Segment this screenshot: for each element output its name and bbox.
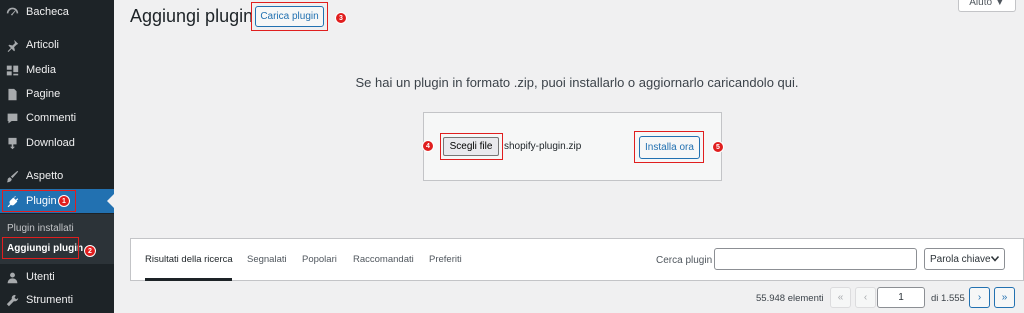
next-page-button[interactable]: ›	[969, 287, 990, 308]
sidebar-item-label: Download	[26, 137, 75, 149]
sidebar-item-label: Aspetto	[26, 170, 64, 182]
sidebar-item-bacheca[interactable]: Bacheca	[0, 0, 114, 24]
sidebar-item-label: Utenti	[26, 271, 55, 283]
search-type-value: Parola chiave	[930, 253, 991, 265]
sidebar-item-media[interactable]: Media	[0, 58, 114, 82]
current-page-input[interactable]: 1	[877, 287, 925, 308]
help-tab[interactable]: Aiuto ▼	[958, 0, 1016, 12]
brush-icon	[4, 168, 20, 184]
step-badge-4: 4	[422, 140, 434, 152]
admin-sidebar: Bacheca Articoli Media Pagine Commenti D…	[0, 0, 114, 313]
dashboard-icon	[4, 4, 20, 20]
user-icon	[4, 269, 20, 285]
step-badge-5: 5	[712, 141, 724, 153]
tab-featured[interactable]: Segnalati	[247, 254, 287, 265]
wrench-icon	[4, 292, 20, 308]
sidebar-item-label: Bacheca	[26, 6, 69, 18]
search-type-select[interactable]: Parola chiave	[924, 248, 1005, 270]
sidebar-item-download[interactable]: Download	[0, 131, 114, 155]
page-title: Aggiungi plugin	[130, 6, 254, 26]
sidebar-item-label: Commenti	[26, 112, 77, 124]
last-page-button[interactable]: »	[994, 287, 1015, 308]
sidebar-item-articoli[interactable]: Articoli	[0, 33, 114, 57]
sidebar-item-label: Strumenti	[26, 294, 74, 306]
selected-file-name: shopify-plugin.zip	[504, 141, 582, 152]
tab-search-results[interactable]: Risultati della ricerca	[145, 254, 233, 265]
sidebar-item-commenti[interactable]: Commenti	[0, 106, 114, 130]
highlight-box-upload	[251, 2, 328, 31]
highlight-box-install	[634, 131, 704, 163]
comment-icon	[4, 110, 20, 126]
tab-favorites[interactable]: Preferiti	[429, 254, 462, 265]
sidebar-item-label: Pagine	[26, 88, 61, 100]
sidebar-item-aspetto[interactable]: Aspetto	[0, 164, 114, 188]
tab-popular[interactable]: Popolari	[302, 254, 337, 265]
search-label: Cerca plugin	[656, 255, 713, 266]
sidebar-item-label: Articoli	[26, 39, 60, 51]
download-icon	[4, 135, 20, 151]
page-icon	[4, 86, 20, 102]
step-badge-3: 3	[335, 12, 347, 24]
step-badge-2: 2	[84, 245, 96, 257]
chevron-down-icon	[991, 256, 999, 262]
tab-recommended[interactable]: Raccomandati	[353, 254, 414, 265]
submenu-item-installed[interactable]: Plugin installati	[7, 223, 74, 234]
search-plugins-input[interactable]	[714, 248, 917, 270]
highlight-box-choose-file	[440, 133, 503, 160]
sidebar-item-label: Media	[26, 64, 56, 76]
sidebar-item-pagine[interactable]: Pagine	[0, 82, 114, 106]
items-count: 55.948 elementi	[756, 293, 824, 304]
total-pages: di 1.555	[931, 293, 965, 304]
first-page-button[interactable]: «	[830, 287, 851, 308]
prev-page-button[interactable]: ‹	[855, 287, 876, 308]
step-badge-1: 1	[58, 195, 70, 207]
pin-icon	[4, 37, 20, 53]
media-icon	[4, 62, 20, 78]
sidebar-item-utenti[interactable]: Utenti	[0, 265, 114, 289]
sidebar-item-strumenti[interactable]: Strumenti	[0, 288, 114, 312]
upload-instructions: Se hai un plugin in formato .zip, puoi i…	[355, 75, 799, 90]
active-tab-indicator	[145, 278, 232, 281]
highlight-box-add-plugin	[2, 237, 79, 259]
